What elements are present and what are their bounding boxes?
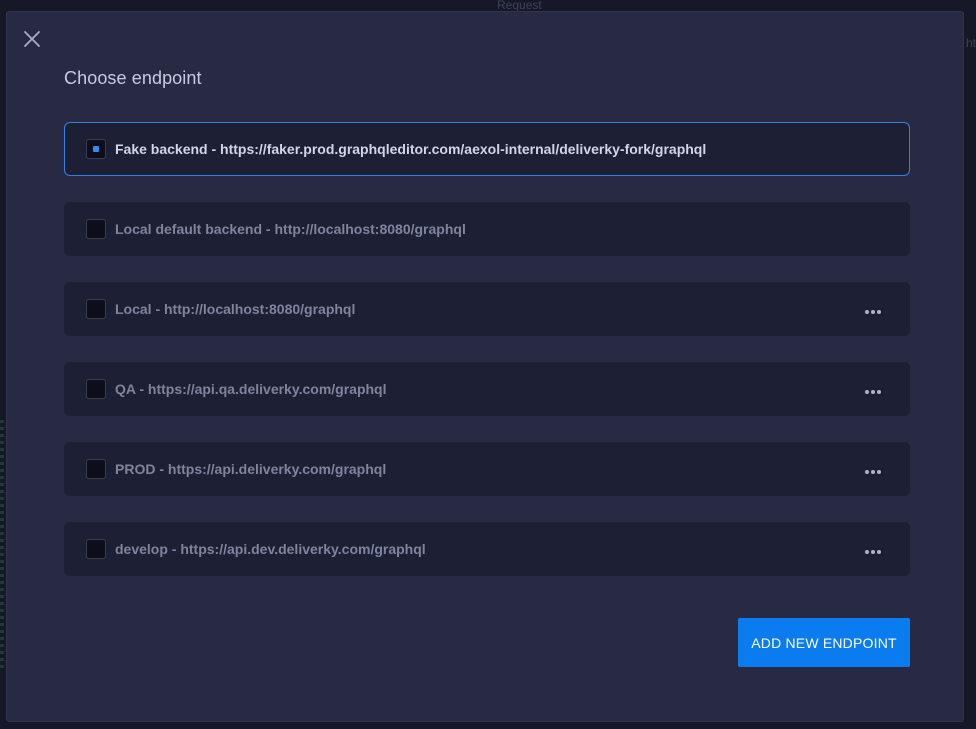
- endpoint-option-qa[interactable]: QA - https://api.qa.deliverky.com/graphq…: [64, 362, 910, 416]
- endpoint-label: Local - http://localhost:8080/graphql: [115, 301, 356, 317]
- endpoint-option-prod[interactable]: PROD - https://api.deliverky.com/graphql: [64, 442, 910, 496]
- more-dots-icon: [865, 470, 869, 474]
- add-new-endpoint-button[interactable]: ADD NEW ENDPOINT: [738, 618, 910, 667]
- endpoint-label: PROD - https://api.deliverky.com/graphql: [115, 461, 387, 477]
- more-dots-icon: [877, 550, 881, 554]
- more-dots-icon: [871, 390, 875, 394]
- endpoint-checkbox[interactable]: [86, 299, 106, 319]
- more-options-button[interactable]: [865, 383, 883, 397]
- more-options-button[interactable]: [865, 303, 883, 317]
- endpoint-option-develop[interactable]: develop - https://api.dev.deliverky.com/…: [64, 522, 910, 576]
- endpoint-label: Fake backend - https://faker.prod.graphq…: [115, 141, 707, 157]
- more-dots-icon: [871, 310, 875, 314]
- endpoint-option-local-default[interactable]: Local default backend - http://localhost…: [64, 202, 910, 256]
- endpoint-checkbox[interactable]: [86, 539, 106, 559]
- endpoint-option-fake-backend[interactable]: Fake backend - https://faker.prod.graphq…: [64, 122, 910, 176]
- background-edge-text: ht: [966, 36, 976, 50]
- endpoint-option-local[interactable]: Local - http://localhost:8080/graphql: [64, 282, 910, 336]
- endpoint-label: develop - https://api.dev.deliverky.com/…: [115, 541, 426, 557]
- choose-endpoint-modal: Choose endpoint Fake backend - https://f…: [6, 11, 964, 722]
- endpoint-label: QA - https://api.qa.deliverky.com/graphq…: [115, 381, 387, 397]
- modal-title: Choose endpoint: [64, 68, 202, 88]
- background-decoration: [0, 420, 4, 670]
- endpoint-checkbox[interactable]: [86, 139, 106, 159]
- more-dots-icon: [865, 310, 869, 314]
- more-dots-icon: [877, 310, 881, 314]
- endpoint-checkbox[interactable]: [86, 459, 106, 479]
- more-dots-icon: [871, 470, 875, 474]
- close-icon: [24, 31, 40, 47]
- endpoint-label: Local default backend - http://localhost…: [115, 221, 466, 237]
- close-button[interactable]: [22, 29, 42, 49]
- more-options-button[interactable]: [865, 463, 883, 477]
- more-options-button[interactable]: [865, 543, 883, 557]
- more-dots-icon: [877, 470, 881, 474]
- more-dots-icon: [865, 550, 869, 554]
- more-dots-icon: [865, 390, 869, 394]
- endpoint-list: Fake backend - https://faker.prod.graphq…: [64, 122, 910, 602]
- endpoint-checkbox[interactable]: [86, 379, 106, 399]
- endpoint-checkbox[interactable]: [86, 219, 106, 239]
- checkbox-checked-indicator: [93, 146, 99, 152]
- more-dots-icon: [871, 550, 875, 554]
- more-dots-icon: [877, 390, 881, 394]
